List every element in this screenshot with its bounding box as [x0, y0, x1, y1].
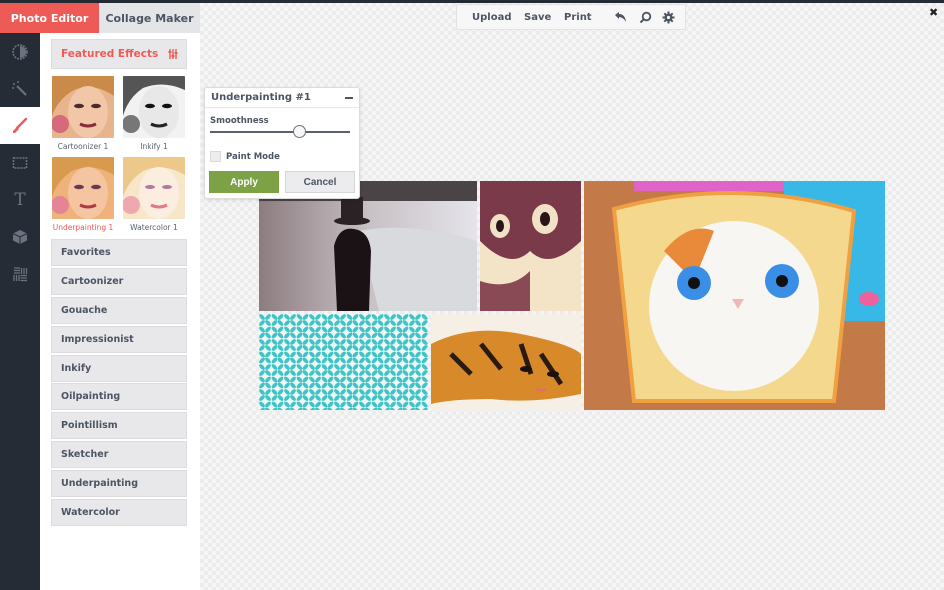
rail-item-frame[interactable] — [0, 144, 40, 181]
print-button[interactable]: Print — [564, 12, 592, 23]
collage-cell-cat-sleeping[interactable] — [431, 314, 581, 410]
smoothness-slider[interactable] — [210, 131, 350, 133]
popup-header: Underpainting #1 — [205, 88, 359, 108]
collage-cell-cat-closeup[interactable] — [480, 181, 581, 311]
rail-item-effects[interactable] — [0, 107, 40, 144]
smoothness-label: Smoothness — [210, 116, 269, 126]
effect-settings-popup: Underpainting #1 Smoothness Paint Mode A… — [204, 87, 360, 199]
cube-icon — [12, 229, 28, 244]
rail-item-texture[interactable] — [0, 255, 40, 292]
text-icon: T — [14, 189, 26, 210]
smoothness-slider-thumb[interactable] — [293, 125, 307, 138]
magic-wand-icon — [12, 80, 27, 96]
collage-cell-pattern[interactable] — [259, 314, 428, 410]
featured-effects-label: Featured Effects — [61, 48, 159, 60]
apply-button[interactable]: Apply — [209, 171, 279, 193]
thumb-underpainting[interactable]: Underpainting 1 — [52, 157, 114, 232]
thumb-label: Cartoonizer 1 — [57, 142, 109, 151]
thumb-label: Watercolor 1 — [130, 223, 178, 232]
paintbrush-icon — [13, 117, 28, 133]
cancel-button[interactable]: Cancel — [285, 171, 355, 193]
close-icon[interactable]: ✖ — [929, 6, 938, 19]
featured-effects-header[interactable]: Featured Effects — [51, 39, 187, 69]
effects-panel: Featured Effects Cartoonizer 1 Inkify 1 … — [40, 33, 200, 590]
category-watercolor[interactable]: Watercolor — [51, 499, 187, 527]
category-underpainting[interactable]: Underpainting — [51, 470, 187, 498]
category-sketcher[interactable]: Sketcher — [51, 441, 187, 469]
thumb-cartoonizer[interactable]: Cartoonizer 1 — [52, 76, 114, 151]
top-border — [0, 0, 944, 3]
thumb-label: Inkify 1 — [140, 142, 168, 151]
search-icon[interactable] — [639, 11, 652, 24]
rail-item-exposure[interactable] — [0, 33, 40, 70]
tab-collage-maker[interactable]: Collage Maker — [99, 3, 200, 33]
rail-item-magic[interactable] — [0, 70, 40, 107]
thumb-image — [123, 76, 185, 138]
tab-photo-editor[interactable]: Photo Editor — [0, 3, 99, 39]
thumb-inkify[interactable]: Inkify 1 — [123, 76, 185, 151]
thumb-image — [52, 157, 114, 219]
category-pointillism[interactable]: Pointillism — [51, 412, 187, 440]
category-gouache[interactable]: Gouache — [51, 296, 187, 324]
thumb-image — [123, 157, 185, 219]
collage-canvas — [259, 181, 885, 411]
thumb-watercolor[interactable]: Watercolor 1 — [123, 157, 185, 232]
gear-icon[interactable] — [662, 11, 675, 24]
rail-item-sticker[interactable] — [0, 218, 40, 255]
paint-mode-checkbox[interactable] — [210, 151, 221, 162]
category-oilpainting[interactable]: Oilpainting — [51, 383, 187, 411]
minimize-icon[interactable] — [345, 96, 353, 99]
tool-rail: T — [0, 33, 40, 590]
undo-icon[interactable] — [614, 11, 627, 24]
top-toolbar: Upload Save Print — [456, 4, 686, 30]
popup-title: Underpainting #1 — [211, 92, 311, 103]
upload-button[interactable]: Upload — [472, 12, 511, 23]
rail-item-text[interactable]: T — [0, 181, 40, 218]
sliders-icon[interactable] — [168, 49, 178, 59]
save-button[interactable]: Save — [524, 12, 551, 23]
thumb-label: Underpainting 1 — [52, 223, 114, 232]
texture-icon — [13, 266, 28, 281]
thumb-image — [52, 76, 114, 138]
collage-cell-cat-tophat[interactable] — [259, 181, 477, 311]
effect-categories: Favorites Cartoonizer Gouache Impression… — [51, 239, 187, 528]
pattern-background — [259, 314, 428, 410]
collage-cell-cat-bread[interactable] — [584, 181, 885, 410]
category-impressionist[interactable]: Impressionist — [51, 325, 187, 353]
exposure-icon — [12, 43, 28, 60]
frame-icon — [12, 156, 28, 169]
category-favorites[interactable]: Favorites — [51, 239, 187, 266]
category-inkify[interactable]: Inkify — [51, 354, 187, 382]
paint-mode-label: Paint Mode — [226, 152, 280, 162]
category-cartoonizer[interactable]: Cartoonizer — [51, 267, 187, 295]
